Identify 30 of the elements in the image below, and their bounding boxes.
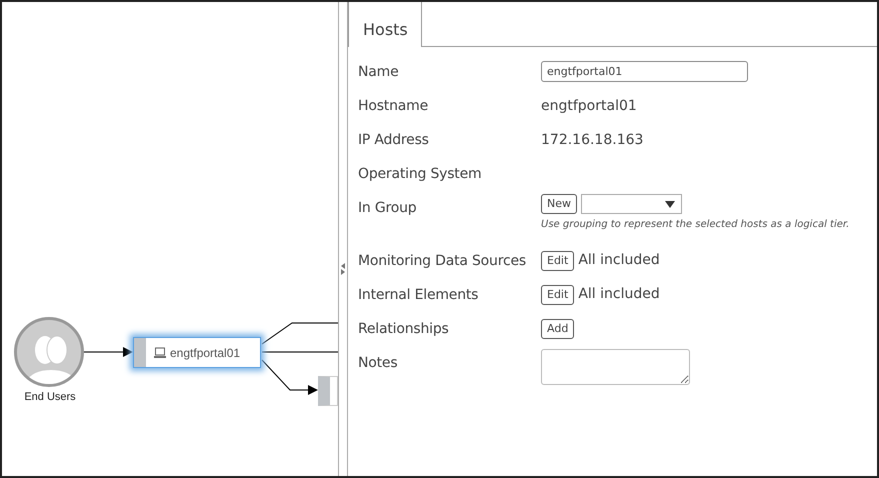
- collapse-handle-icon[interactable]: [340, 263, 346, 275]
- field-label: Name: [358, 63, 400, 82]
- laptop-icon: [154, 347, 166, 358]
- field-label: Relationships: [358, 320, 450, 339]
- notes-field[interactable]: [541, 349, 690, 385]
- small-button[interactable]: Edit: [541, 250, 574, 270]
- small-button[interactable]: Edit: [541, 284, 574, 304]
- field-label: In Group: [358, 199, 418, 218]
- small-button[interactable]: New: [541, 194, 577, 214]
- field-label: Operating System: [358, 165, 482, 184]
- field-label: Internal Elements: [358, 286, 480, 305]
- host-node[interactable]: engtfportal01: [133, 337, 261, 368]
- field-label: Monitoring Data Sources: [358, 252, 527, 271]
- name-field[interactable]: engtfportal01: [541, 61, 748, 82]
- hint-text: Use grouping to represent the selected hosts as a logical tier.: [541, 218, 850, 232]
- connector-arrow: [262, 360, 318, 395]
- field-label: IP Address: [358, 131, 430, 150]
- field-value: All included: [578, 285, 660, 304]
- field-value: engtfportal01: [541, 97, 638, 116]
- field-label: Hostname: [358, 97, 429, 116]
- caret-icon: [665, 200, 675, 208]
- node-label: End Users: [23, 391, 77, 403]
- field-value: All included: [578, 251, 660, 270]
- host-node[interactable]: [318, 376, 338, 406]
- connector-arrow: [82, 347, 133, 357]
- field-label: Notes: [358, 354, 398, 373]
- field-value: 172.16.18.163: [541, 131, 644, 150]
- small-button[interactable]: Add: [541, 319, 574, 339]
- hosts-tab[interactable]: Hosts: [348, 2, 422, 47]
- group-dropdown[interactable]: [581, 194, 682, 214]
